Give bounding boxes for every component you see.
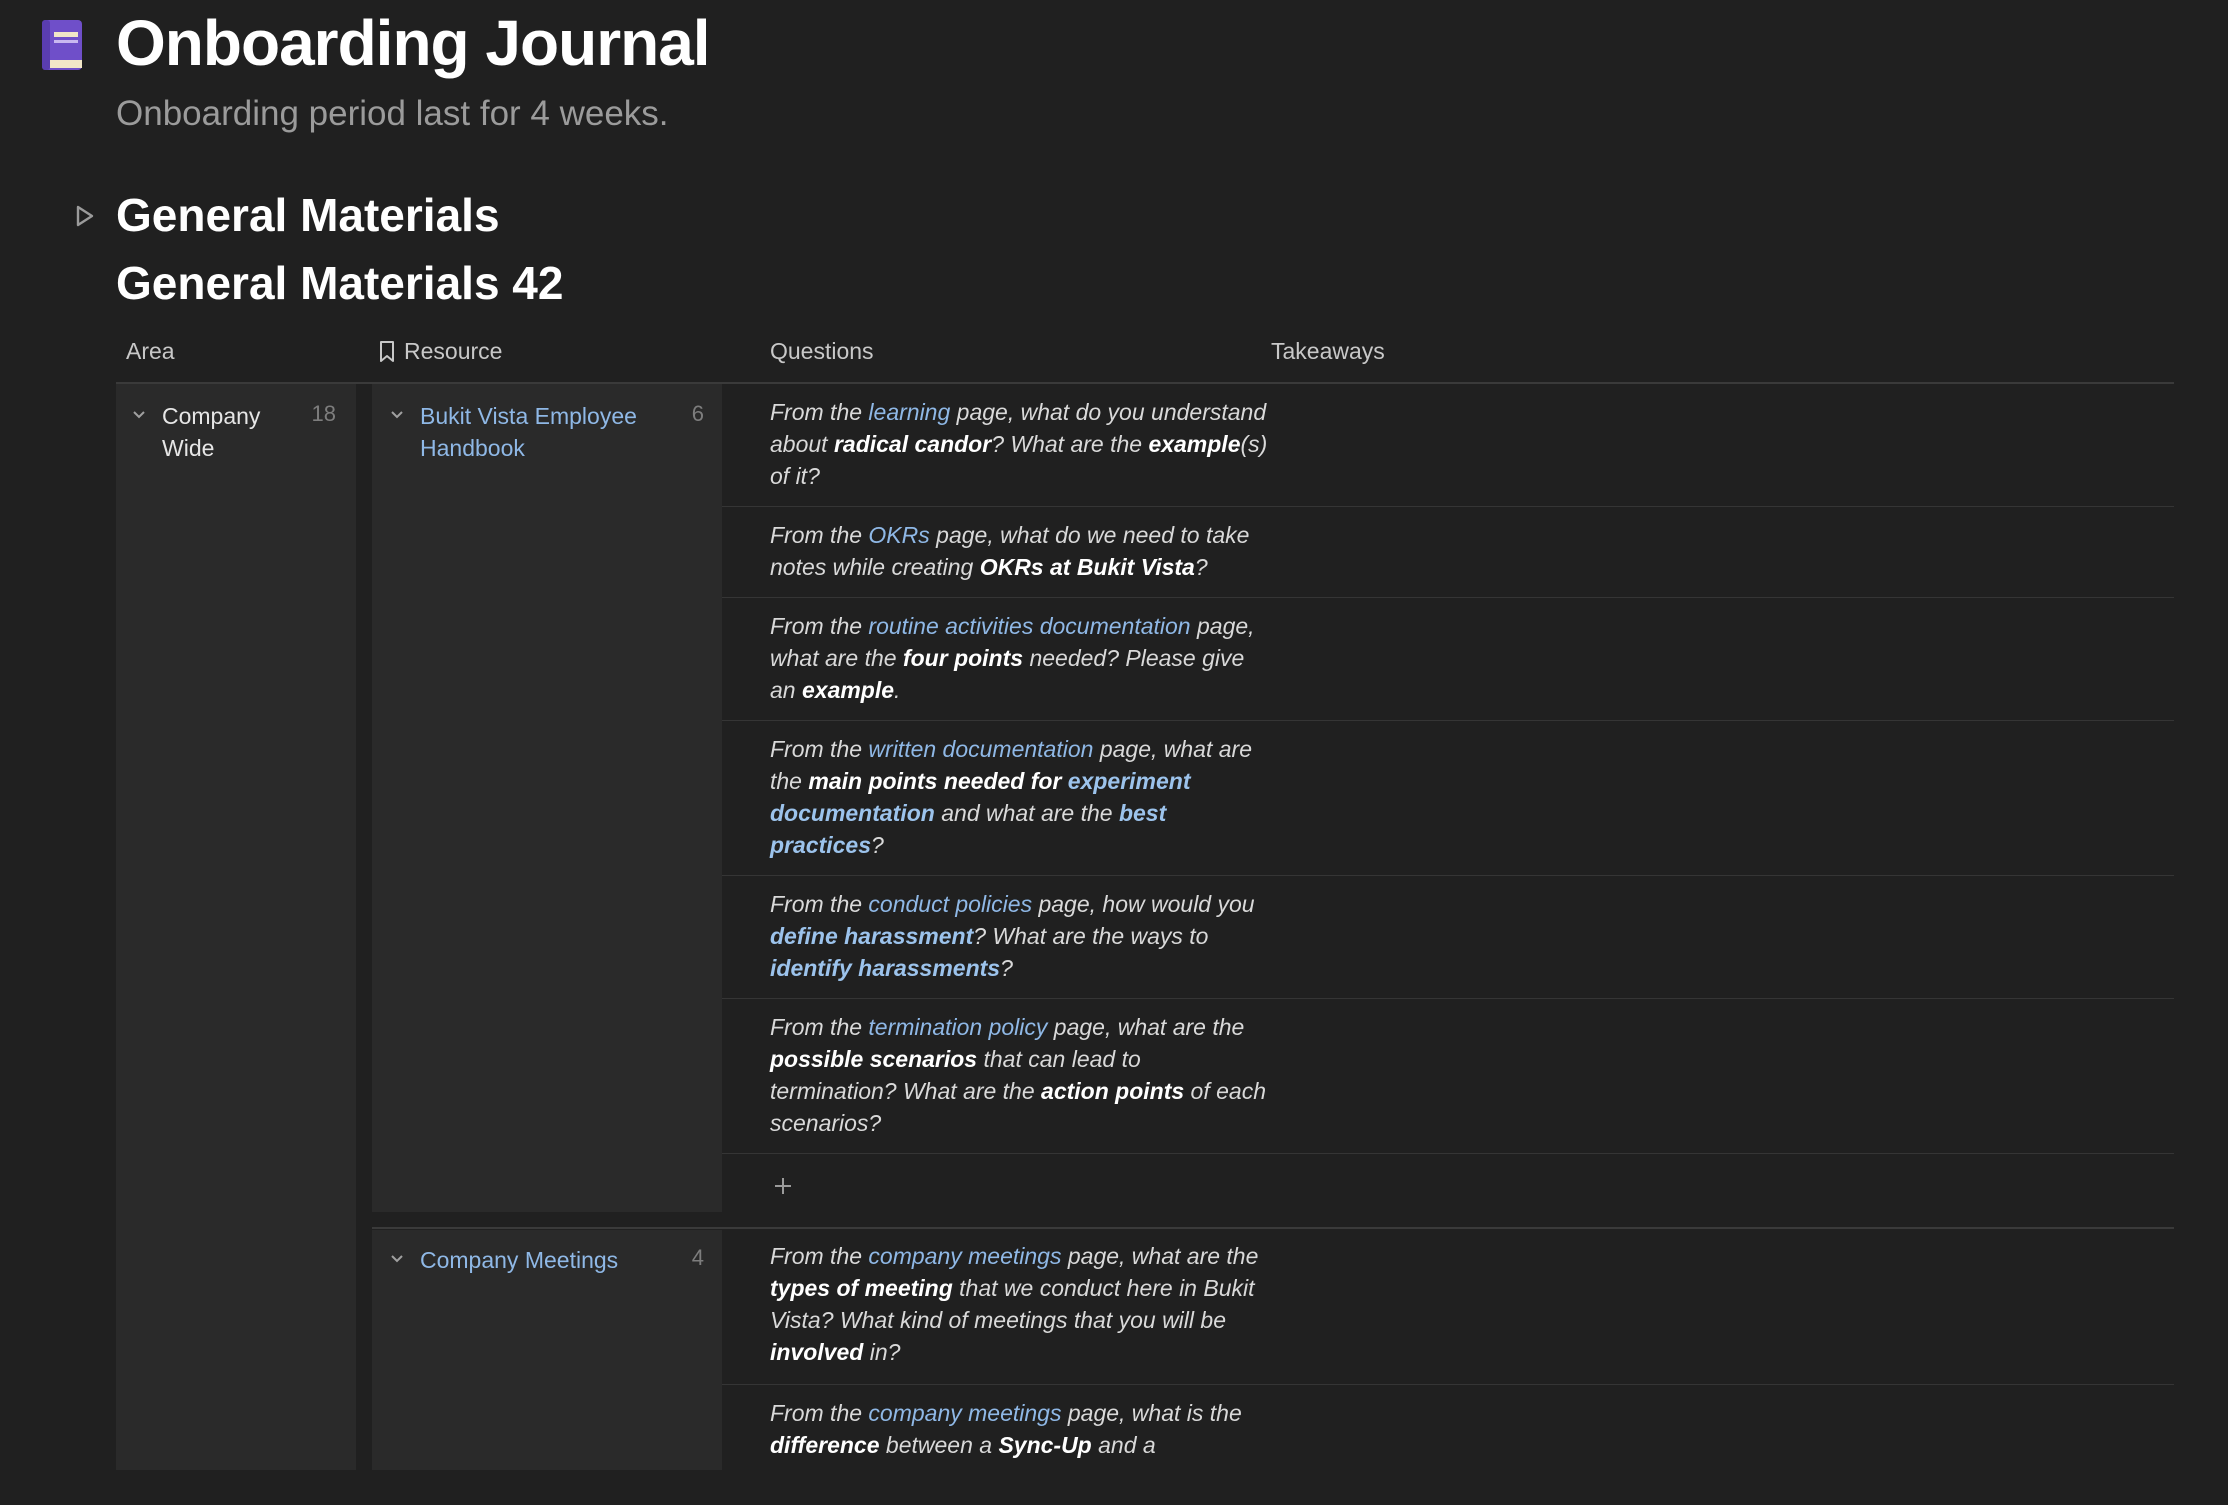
inline-link[interactable]: termination policy	[868, 1014, 1047, 1040]
area-group-company-wide: Company Wide 18	[116, 384, 356, 1470]
column-header-takeaways[interactable]: Takeaways	[1271, 338, 1385, 365]
bold-text: example	[801, 677, 895, 703]
question-text: From the routine activities documentatio…	[770, 613, 1255, 703]
bold-text: possible scenarios	[770, 1046, 978, 1072]
resource-group-count: 4	[691, 1245, 704, 1270]
resource-group-label[interactable]: Bukit Vista Employee Handbook	[420, 400, 660, 464]
bold-text: Sync-Up	[998, 1432, 1092, 1458]
question-text: From the learning page, what do you unde…	[770, 399, 1268, 489]
column-label: Takeaways	[1271, 338, 1385, 364]
column-label: Questions	[770, 338, 874, 364]
bold-text: involved	[770, 1339, 864, 1365]
page-subtitle: Onboarding period last for 4 weeks.	[116, 94, 669, 133]
area-group-count: 18	[311, 401, 336, 426]
question-text: From the conduct policies page, how woul…	[770, 891, 1255, 981]
table-row[interactable]: From the conduct policies page, how woul…	[722, 876, 2174, 999]
area-group-header[interactable]: Company Wide	[130, 400, 340, 464]
column-header-questions[interactable]: Questions	[770, 338, 874, 365]
column-header-resource[interactable]: Resource	[378, 338, 502, 365]
inline-link[interactable]: define harassment	[770, 923, 973, 949]
table-row[interactable]: From the routine activities documentatio…	[722, 598, 2174, 721]
area-group-label: Company Wide	[162, 403, 261, 461]
column-label: Resource	[404, 338, 503, 364]
triangle-right-icon[interactable]	[74, 202, 96, 230]
bold-text: radical candor	[833, 431, 992, 457]
bold-text: types of meeting	[770, 1275, 953, 1301]
table-row[interactable]: From the OKRs page, what do we need to t…	[722, 507, 2174, 598]
question-text: From the OKRs page, what do we need to t…	[770, 522, 1250, 580]
table-row[interactable]: From the learning page, what do you unde…	[722, 384, 2174, 507]
chevron-down-icon[interactable]	[130, 406, 148, 424]
question-text: From the written documentation page, wha…	[770, 736, 1252, 858]
chevron-down-icon[interactable]	[388, 406, 406, 424]
inline-link[interactable]: company meetings	[868, 1400, 1061, 1426]
bold-text: difference	[770, 1432, 880, 1458]
inline-link[interactable]: routine activities documentation	[868, 613, 1190, 639]
resource-group-count: 6	[691, 401, 704, 426]
table-row[interactable]: From the termination policy page, what a…	[722, 999, 2174, 1154]
table-header: Area Resource Questions Takeaways	[116, 334, 2174, 384]
inline-link[interactable]: conduct policies	[868, 891, 1032, 917]
question-text: From the termination policy page, what a…	[770, 1014, 1266, 1136]
table-row[interactable]: From the company meetings page, what is …	[722, 1385, 2174, 1505]
inline-link[interactable]: OKRs	[868, 522, 929, 548]
bold-text: OKRs at Bukit Vista	[979, 554, 1195, 580]
inline-link[interactable]: written documentation	[868, 736, 1093, 762]
inline-link[interactable]: company meetings	[868, 1243, 1061, 1269]
question-text: From the company meetings page, what is …	[770, 1400, 1242, 1458]
bookmark-icon	[380, 340, 394, 362]
bold-text: example	[1148, 431, 1241, 457]
inline-link[interactable]: identify harassments	[770, 955, 1000, 981]
inline-link[interactable]: learning	[868, 399, 950, 425]
resource-group-header[interactable]: Company Meetings	[388, 1244, 688, 1276]
column-label: Area	[126, 338, 175, 364]
bold-text: four points	[902, 645, 1024, 671]
resource-group-company-meetings: Company Meetings 4	[372, 1230, 722, 1470]
chevron-down-icon[interactable]	[388, 1250, 406, 1268]
resource-group-label[interactable]: Company Meetings	[420, 1244, 660, 1276]
resource-group-header[interactable]: Bukit Vista Employee Handbook	[388, 400, 688, 464]
group-divider	[372, 1227, 2174, 1229]
question-text: From the company meetings page, what are…	[770, 1243, 1259, 1365]
database-title[interactable]: General Materials 42	[116, 256, 563, 310]
table-row[interactable]: From the written documentation page, wha…	[722, 721, 2174, 876]
toggle-heading[interactable]: General Materials	[116, 188, 500, 242]
plus-icon[interactable]	[770, 1173, 796, 1199]
resource-group-employee-handbook: Bukit Vista Employee Handbook 6	[372, 384, 722, 1212]
page-title: Onboarding Journal	[116, 7, 711, 79]
book-icon	[42, 20, 82, 70]
table-row[interactable]: From the company meetings page, what are…	[722, 1230, 2174, 1385]
bold-text: action points	[1041, 1078, 1185, 1104]
bold-text: main points needed for	[808, 768, 1068, 794]
column-header-area[interactable]: Area	[126, 338, 175, 365]
